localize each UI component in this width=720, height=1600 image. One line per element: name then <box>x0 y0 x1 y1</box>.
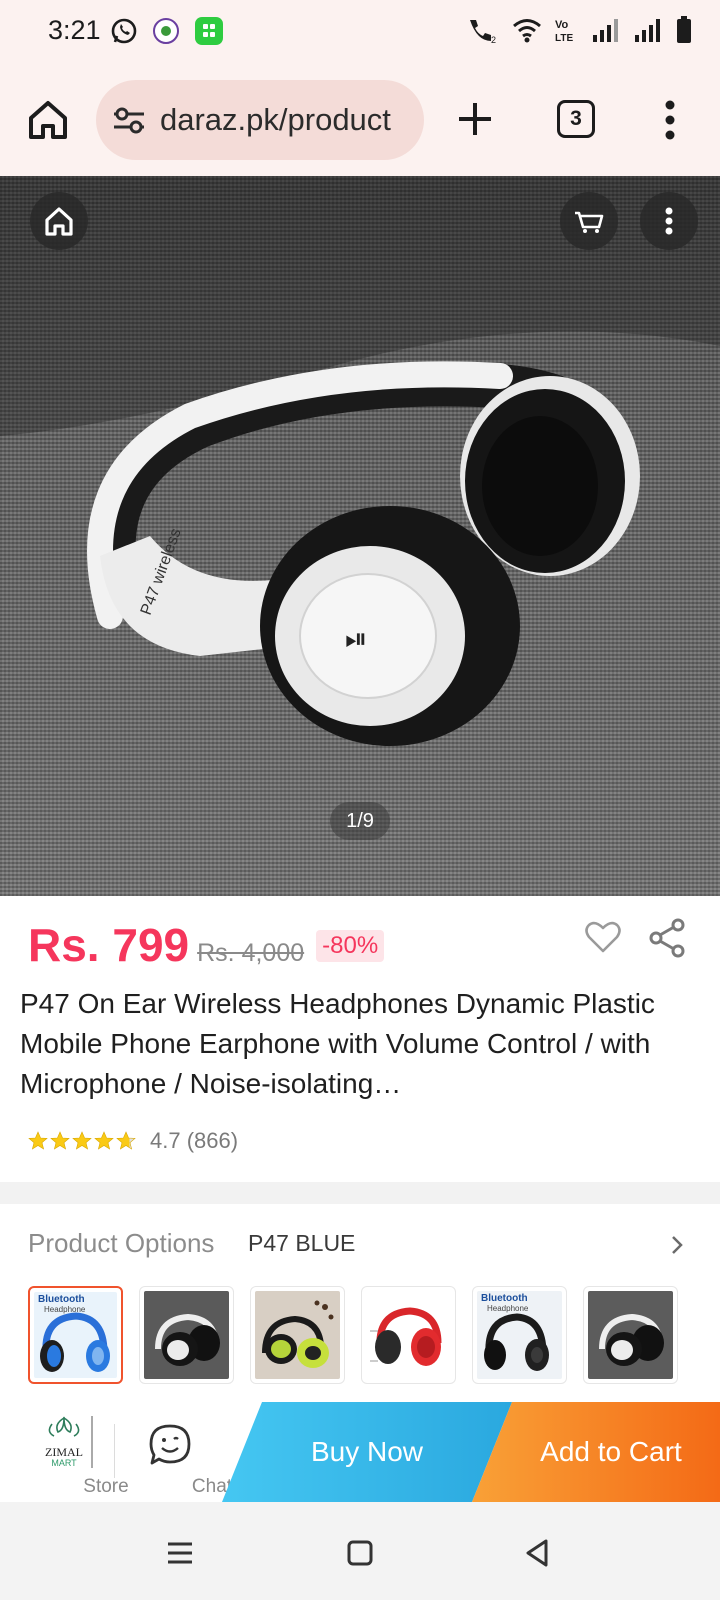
discount-badge: -80% <box>316 930 385 962</box>
star-icon <box>50 1131 70 1150</box>
headphone-white-image <box>599 1313 664 1366</box>
buy-now-button[interactable]: Buy Now <box>222 1402 512 1502</box>
wifi-icon <box>513 19 541 43</box>
tab-switcher-button[interactable]: 3 <box>557 100 595 138</box>
system-navigation-bar <box>0 1502 720 1600</box>
home-nav-icon[interactable] <box>344 1538 376 1568</box>
svg-text:2: 2 <box>491 35 496 44</box>
option-thumb-black[interactable]: Bluetooth Headphone <box>472 1286 567 1384</box>
rating-text: 4.7 (866) <box>150 1128 239 1153</box>
signal-1-icon <box>593 19 618 42</box>
app-store-icon <box>195 17 223 45</box>
headphone-green-image <box>262 1300 334 1368</box>
svg-text:ZIMAL: ZIMAL <box>45 1445 83 1459</box>
more-vert-icon <box>665 207 673 235</box>
gallery-cart-button[interactable] <box>560 192 618 250</box>
cart-icon <box>575 211 604 233</box>
whatsapp-icon <box>111 18 137 44</box>
product-photo-headphones: P47 wireless ⏯ <box>0 176 720 746</box>
recent-apps-icon[interactable] <box>164 1538 196 1568</box>
add-to-cart-button[interactable]: Add to Cart <box>472 1402 720 1502</box>
headphone-black-image <box>484 1313 549 1371</box>
share-icon[interactable] <box>648 918 686 958</box>
current-price: Rs. 799 <box>28 919 190 971</box>
option-thumbnails: Bluetooth Headphone Bluetooth Headphone <box>28 1286 678 1384</box>
gallery-home-button[interactable] <box>30 192 88 250</box>
product-image-gallery[interactable]: P47 wireless ⏯ 1/9 <box>0 176 720 896</box>
svg-text:LTE: LTE <box>555 33 573 43</box>
star-icon <box>116 1131 136 1150</box>
option-thumb-green[interactable] <box>250 1286 345 1384</box>
headphone-white-image <box>155 1313 220 1366</box>
more-vert-icon[interactable] <box>664 100 676 140</box>
option-thumb-red[interactable] <box>361 1286 456 1384</box>
volte-icon: Vo LTE <box>555 19 573 43</box>
bottom-action-bar: ZIMAL MART Store Chat Buy Now Add to Car… <box>0 1402 720 1502</box>
product-options-label[interactable]: Product Options <box>28 1228 214 1259</box>
option-thumb-white[interactable] <box>583 1286 678 1384</box>
price-row: Rs. 799 Rs. 4,000 -80% <box>28 918 385 974</box>
option-thumb-white-black[interactable] <box>139 1286 234 1384</box>
headphone-red-image <box>370 1307 442 1366</box>
chat-icon <box>149 1424 191 1465</box>
section-divider <box>0 1182 720 1204</box>
star-icon <box>28 1131 48 1150</box>
star-icon <box>72 1131 92 1150</box>
headphone-blue-image <box>40 1312 110 1372</box>
svg-text:Vo: Vo <box>555 19 569 31</box>
chevron-right-icon[interactable] <box>670 1234 684 1256</box>
wifi-calling-icon: 2 <box>470 20 496 44</box>
new-tab-icon[interactable] <box>455 99 495 139</box>
gallery-counter: 1/9 <box>330 802 390 840</box>
chat-button[interactable]: Chat <box>128 1414 232 1498</box>
action-separator <box>114 1424 115 1478</box>
signal-2-icon <box>635 19 660 42</box>
svg-text:⏯: ⏯ <box>345 622 367 655</box>
store-logo-icon: ZIMAL MART <box>45 1416 93 1468</box>
svg-text:MART: MART <box>51 1458 77 1468</box>
browser-toolbar: daraz.pk/product 3 <box>0 64 720 176</box>
product-title[interactable]: P47 On Ear Wireless Headphones Dynamic P… <box>20 984 680 1104</box>
app-notification-icon <box>153 18 179 44</box>
gallery-more-button[interactable] <box>640 192 698 250</box>
home-icon <box>45 207 73 236</box>
back-nav-icon[interactable] <box>522 1538 554 1568</box>
url-text[interactable]: daraz.pk/product <box>160 102 416 138</box>
battery-icon <box>677 16 691 43</box>
option-thumb-blue[interactable]: Bluetooth Headphone <box>28 1286 123 1384</box>
status-bar: 3:21 2 Vo LTE <box>0 0 720 64</box>
status-time: 3:21 <box>48 15 101 45</box>
original-price: Rs. 4,000 <box>197 939 305 967</box>
address-bar[interactable]: daraz.pk/product <box>96 80 424 160</box>
site-settings-icon[interactable] <box>112 106 146 134</box>
rating-stars <box>28 1131 136 1151</box>
rating-row[interactable]: 4.7 (866) <box>28 1128 238 1154</box>
star-icon <box>94 1131 114 1150</box>
product-options-value[interactable]: P47 BLUE <box>248 1230 355 1257</box>
home-icon[interactable] <box>26 98 70 142</box>
heart-icon[interactable] <box>585 920 621 954</box>
store-button[interactable]: ZIMAL MART Store <box>22 1414 129 1498</box>
